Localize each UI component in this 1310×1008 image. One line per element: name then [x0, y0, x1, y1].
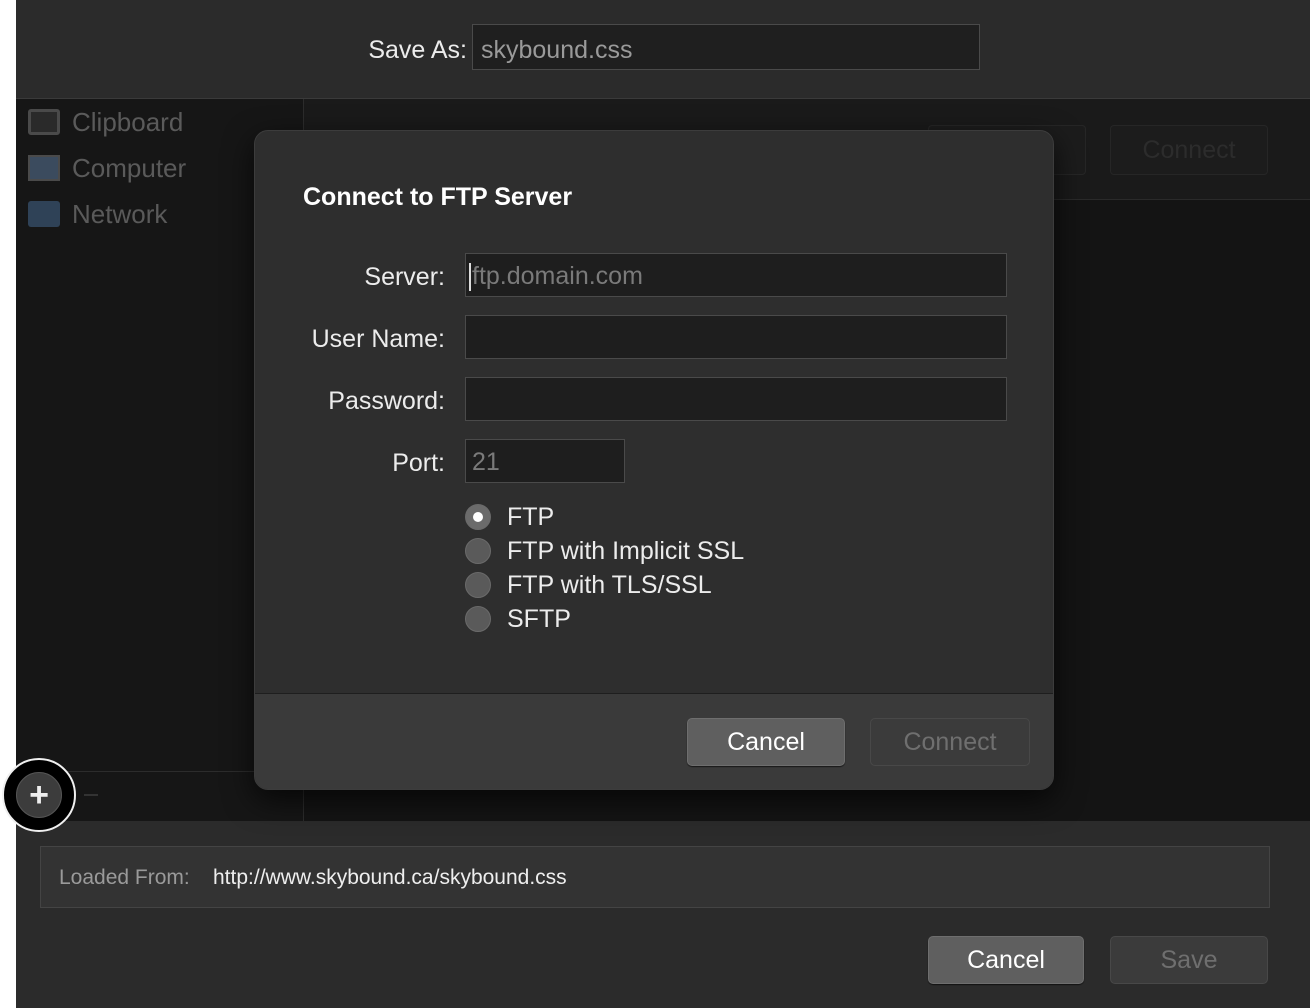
- port-label: Port:: [392, 449, 445, 477]
- radio-selected-icon: [465, 504, 491, 530]
- save-as-input[interactable]: skybound.css: [472, 24, 980, 70]
- remove-button[interactable]: [84, 794, 98, 796]
- text-cursor: [469, 263, 471, 291]
- radio-label: FTP with TLS/SSL: [507, 570, 712, 599]
- password-input[interactable]: [465, 377, 1007, 421]
- sidebar-item-label: Clipboard: [72, 106, 184, 137]
- dialog-title: Connect to FTP Server: [303, 183, 573, 211]
- radio-ftp-tls-ssl[interactable]: FTP with TLS/SSL: [465, 569, 712, 601]
- network-icon: [28, 201, 60, 227]
- radio-sftp[interactable]: SFTP: [465, 603, 571, 635]
- user-name-label: User Name:: [311, 325, 445, 353]
- toolbar-connect-button[interactable]: Connect: [1110, 125, 1268, 175]
- radio-icon: [465, 572, 491, 598]
- save-as-label: Save As:: [368, 36, 467, 64]
- server-label: Server:: [364, 263, 445, 291]
- radio-icon: [465, 606, 491, 632]
- loaded-from-label: Loaded From:: [59, 866, 190, 889]
- computer-icon: [28, 155, 60, 181]
- radio-icon: [465, 538, 491, 564]
- radio-label: FTP: [507, 502, 555, 531]
- sidebar-item-label: Network: [72, 198, 168, 229]
- sidebar-item-computer[interactable]: Computer: [28, 151, 186, 185]
- save-button[interactable]: Save: [1110, 936, 1268, 984]
- add-location-button[interactable]: +: [16, 772, 62, 818]
- loaded-from-url: http://www.skybound.ca/skybound.css: [213, 866, 567, 889]
- radio-ftp[interactable]: FTP: [465, 501, 554, 533]
- sidebar-item-network[interactable]: Network: [28, 197, 167, 231]
- loaded-from-bar: Loaded From: http://www.skybound.ca/skyb…: [40, 846, 1270, 908]
- radio-label: FTP with Implicit SSL: [507, 536, 745, 565]
- server-input[interactable]: ftp.domain.com: [465, 253, 1007, 297]
- cancel-button[interactable]: Cancel: [928, 936, 1084, 984]
- user-name-input[interactable]: [465, 315, 1007, 359]
- clipboard-icon: [28, 109, 60, 135]
- radio-ftp-implicit-ssl[interactable]: FTP with Implicit SSL: [465, 535, 744, 567]
- port-input[interactable]: 21: [465, 439, 625, 483]
- server-placeholder: ftp.domain.com: [472, 262, 643, 290]
- radio-label: SFTP: [507, 604, 571, 633]
- dialog-footer: Cancel Connect: [255, 693, 1053, 789]
- sidebar-item-clipboard[interactable]: Clipboard: [28, 105, 183, 139]
- password-label: Password:: [328, 387, 445, 415]
- dialog-connect-button[interactable]: Connect: [870, 718, 1030, 766]
- ftp-connect-dialog: Connect to FTP Server Server: ftp.domain…: [254, 130, 1054, 790]
- dialog-cancel-button[interactable]: Cancel: [687, 718, 845, 766]
- sidebar-item-label: Computer: [72, 152, 187, 183]
